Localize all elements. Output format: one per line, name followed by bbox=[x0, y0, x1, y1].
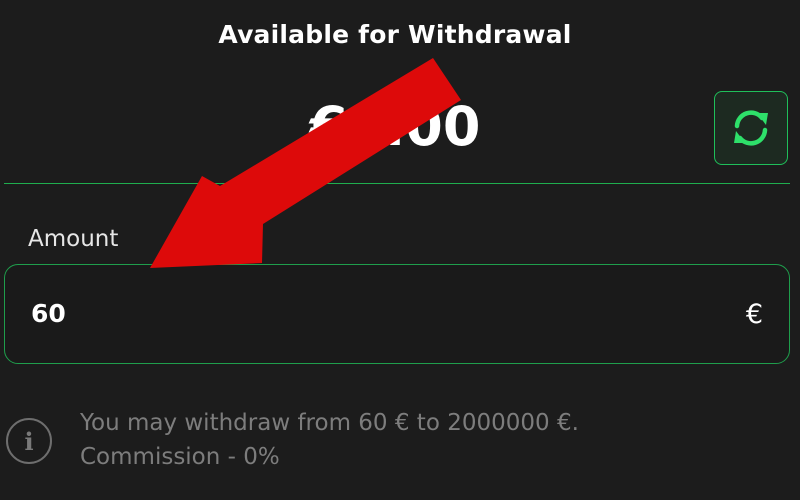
info-icon: i bbox=[6, 418, 52, 464]
available-balance: €0.00 bbox=[309, 95, 481, 158]
commission-text: Commission - 0% bbox=[80, 444, 280, 470]
currency-symbol: € bbox=[745, 299, 763, 330]
amount-input[interactable]: 60 € bbox=[4, 264, 790, 364]
withdrawal-range-text: You may withdraw from 60 € to 2000000 €. bbox=[80, 410, 579, 436]
divider bbox=[4, 183, 790, 184]
amount-value: 60 bbox=[31, 299, 66, 328]
refresh-icon bbox=[734, 110, 768, 146]
refresh-button[interactable] bbox=[714, 91, 788, 165]
page-title: Available for Withdrawal bbox=[218, 20, 572, 49]
info-icon-glyph: i bbox=[24, 426, 34, 456]
amount-label: Amount bbox=[28, 226, 119, 252]
withdrawal-limits-info: You may withdraw from 60 € to 2000000 €.… bbox=[80, 406, 579, 474]
